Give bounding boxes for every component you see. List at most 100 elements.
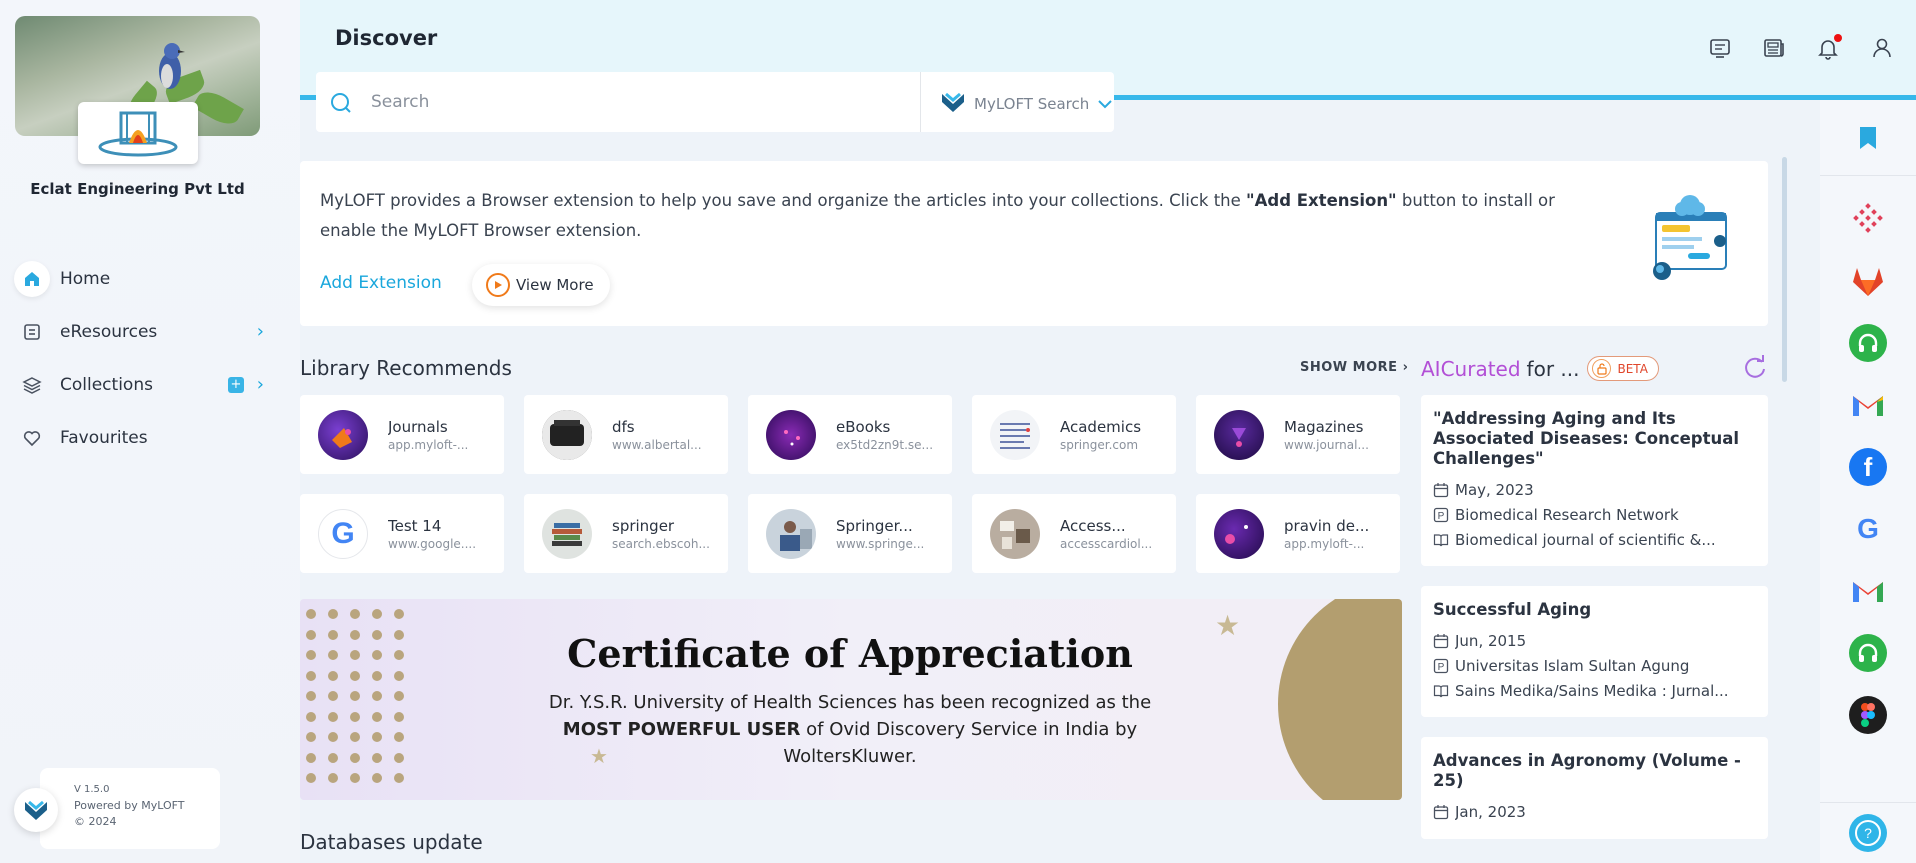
bookmark-panel-button[interactable]	[1820, 100, 1916, 176]
ebooks-avatar	[766, 409, 816, 460]
tile-url: app.myloft-...	[1284, 536, 1365, 551]
tile-name: Springer...	[836, 516, 913, 535]
newspaper-icon[interactable]	[1762, 36, 1786, 62]
help-icon: ?	[1849, 814, 1887, 852]
ai-article-card[interactable]: Successful Aging Jun, 2015 P Universitas …	[1421, 586, 1768, 717]
library-tile[interactable]: Magazines www.journal...	[1196, 395, 1400, 474]
refresh-ai-button[interactable]	[1742, 354, 1768, 384]
chevron-right-icon[interactable]: ›	[257, 321, 264, 342]
book-icon	[1433, 533, 1449, 546]
sidebar-item-label: Home	[60, 268, 111, 289]
diamond-app-icon[interactable]	[1849, 200, 1887, 238]
article-date: May, 2023	[1455, 480, 1534, 499]
ai-article-card[interactable]: "Addressing Aging and Its Associated Dis…	[1421, 395, 1768, 566]
library-tile[interactable]: pravin de... app.myloft-...	[1196, 494, 1400, 573]
powered-by-footer: V 1.5.0 Powered by MyLOFT © 2024	[14, 768, 220, 849]
tile-url: www.google....	[388, 536, 477, 551]
book-icon	[1433, 684, 1449, 697]
add-collection-icon[interactable]: +	[228, 376, 244, 393]
org-logo	[78, 102, 198, 164]
databases-update-title: Databases update	[300, 830, 483, 854]
library-tile[interactable]: springer search.ebscoh...	[524, 494, 728, 573]
google-avatar: G	[318, 508, 368, 559]
dfs-avatar	[542, 409, 592, 460]
tile-name: springer	[612, 516, 675, 535]
facebook-icon[interactable]: f	[1849, 448, 1887, 486]
library-tile[interactable]: dfs www.albertal...	[524, 395, 728, 474]
top-icons	[1708, 34, 1894, 62]
gmail-icon[interactable]	[1849, 386, 1887, 424]
gitlab-icon[interactable]	[1849, 262, 1887, 300]
bell-icon[interactable]	[1816, 34, 1842, 62]
decorative-dots	[306, 609, 416, 783]
library-recommends-title: Library Recommends	[300, 356, 512, 380]
sidebar-item-favourites[interactable]: Favourites	[14, 411, 274, 464]
springer-avatar	[542, 508, 592, 559]
headphones-app-icon[interactable]	[1849, 324, 1887, 362]
sidebar-item-eresources[interactable]: eResources ›	[14, 305, 274, 358]
layers-icon	[14, 367, 50, 403]
gold-circle-decoration	[1278, 599, 1402, 800]
main-scrollbar[interactable]	[1782, 157, 1787, 382]
library-tile[interactable]: Journals app.myloft-...	[300, 395, 504, 474]
sidebar-item-home[interactable]: Home	[14, 252, 274, 305]
gmail-icon[interactable]	[1849, 572, 1887, 610]
library-tile[interactable]: Springer... www.springe...	[748, 494, 952, 573]
tile-name: Journals	[388, 417, 448, 436]
search-source-label: MyLOFT Search	[974, 95, 1090, 113]
app-shortcuts: f G	[1820, 200, 1916, 758]
star-icon: ★	[1215, 609, 1241, 642]
beta-badge: BETA	[1587, 356, 1659, 381]
refresh-icon	[1745, 355, 1765, 378]
tile-name: pravin de...	[1284, 516, 1370, 535]
sidebar-item-label: eResources	[60, 321, 158, 342]
search-source-select[interactable]: MyLOFT Search	[940, 90, 1113, 118]
chevron-right-icon[interactable]: ›	[257, 374, 264, 395]
tile-name: dfs	[612, 417, 635, 436]
article-date: Jan, 2023	[1455, 802, 1526, 821]
heart-icon	[14, 420, 50, 456]
user-icon[interactable]	[1870, 36, 1894, 62]
sidebar-item-label: Collections	[60, 374, 153, 395]
tile-name: Magazines	[1284, 417, 1364, 436]
library-tile[interactable]: G Test 14 www.google....	[300, 494, 504, 573]
journals-avatar	[318, 409, 368, 460]
org-name: Eclat Engineering Pvt Ltd	[30, 180, 245, 198]
help-button[interactable]: ?	[1820, 802, 1916, 863]
google-icon[interactable]: G	[1849, 510, 1887, 548]
certificate-line: of Ovid Discovery Service in India by	[800, 719, 1138, 740]
ai-curated-subtitle: for ...	[1526, 356, 1580, 381]
library-tile[interactable]: Academics springer.com	[972, 395, 1176, 474]
tile-url: www.albertal...	[612, 437, 702, 452]
add-extension-link[interactable]: Add Extension	[320, 273, 442, 293]
headphones-app-icon[interactable]	[1849, 634, 1887, 672]
notification-dot	[1834, 34, 1842, 42]
search-input[interactable]	[371, 90, 891, 114]
figma-icon[interactable]	[1849, 696, 1887, 734]
chevron-down-icon	[1097, 95, 1113, 113]
calendar-icon	[1433, 633, 1449, 648]
home-icon	[14, 260, 50, 297]
version-text: V 1.5.0	[74, 784, 110, 795]
cart-icon[interactable]	[1708, 36, 1732, 62]
page-title: Discover	[335, 26, 438, 50]
show-more-button[interactable]: SHOW MORE ›	[1300, 360, 1408, 375]
article-title: "Addressing Aging and Its Associated Dis…	[1433, 409, 1740, 468]
library-tile[interactable]: Access... accesscardiol...	[972, 494, 1176, 573]
certificate-line: WoltersKluwer.	[783, 746, 917, 767]
tile-url: search.ebscoh...	[612, 536, 710, 551]
sidebar-item-collections[interactable]: Collections + ›	[14, 358, 274, 411]
myloft-logo-icon	[14, 788, 58, 832]
library-tile[interactable]: eBooks ex5td2zn9t.se...	[748, 395, 952, 474]
svg-text:P: P	[1438, 511, 1445, 522]
certificate-body: Dr. Y.S.R. University of Health Sciences…	[500, 689, 1200, 770]
ai-article-card[interactable]: Advances in Agronomy (Volume - 25) Jan, …	[1421, 737, 1768, 839]
certificate-banner[interactable]: ★ ★ Certificate of Appreciation Dr. Y.S.…	[300, 599, 1402, 800]
extension-illustration	[1653, 195, 1727, 280]
tile-url: ex5td2zn9t.se...	[836, 437, 934, 452]
calendar-icon	[1433, 804, 1449, 819]
lock-icon	[1592, 359, 1612, 378]
view-more-button[interactable]: View More	[472, 264, 610, 306]
svg-text:P: P	[1438, 662, 1445, 673]
magazines-avatar	[1214, 409, 1264, 460]
